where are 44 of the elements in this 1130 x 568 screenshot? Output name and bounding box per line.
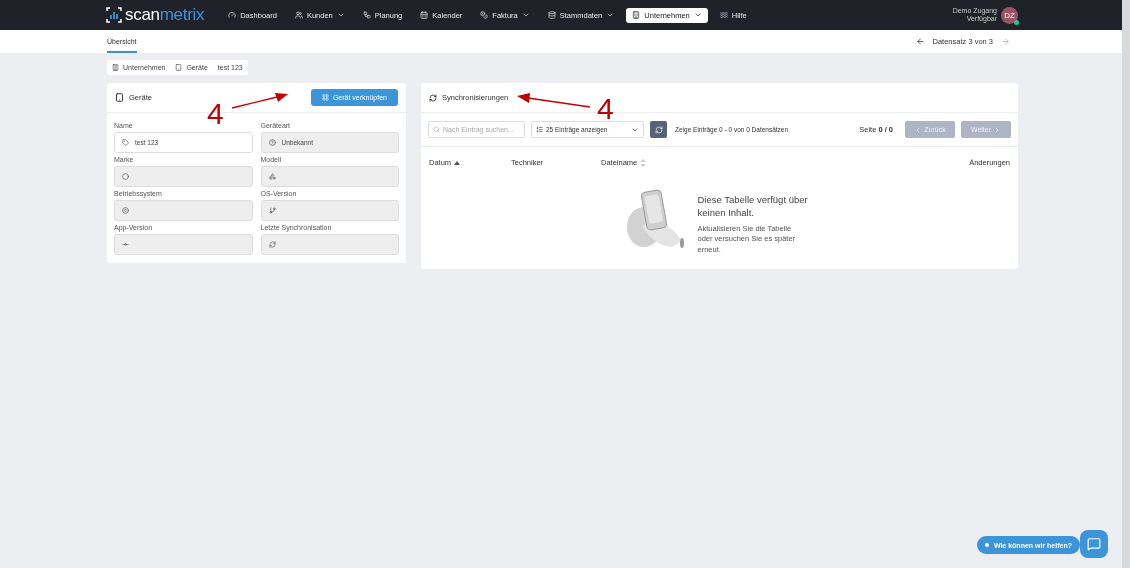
building-icon [112,64,119,71]
refresh-button[interactable] [650,121,667,138]
tag-icon [122,139,129,146]
circle-icon [122,173,129,180]
chevron-down-icon [606,11,615,19]
sort-icon [640,158,647,167]
logo-icon [106,7,122,23]
chevron-down-icon [521,11,530,19]
nav-icon [719,11,728,19]
search-icon [433,126,440,133]
shapes-icon [268,173,276,180]
nav-icon [420,11,429,19]
commit-icon [122,241,129,248]
nav-icon [294,11,303,19]
user-avatar[interactable]: DZ [1001,6,1018,24]
copyright-icon [122,207,129,214]
chat-icon [1087,537,1101,551]
chevron-down-icon [693,11,702,19]
annotation-number: 4 [597,94,614,124]
refresh-icon [429,93,437,102]
next-icon[interactable] [1001,37,1010,46]
dot-icon [984,543,989,547]
refresh-icon [268,241,276,248]
list-icon [536,126,543,133]
empty-title: Diese Tabelle verfügt über keinen Inhalt. [697,193,809,220]
logo-text: scanmetrix [125,5,205,25]
chevron-down-icon [336,11,345,19]
device-icon [115,93,124,102]
refresh-icon [654,125,663,134]
sort-ascending-icon [454,160,461,165]
nav-icon [362,11,371,19]
branch-icon [268,207,276,214]
nav-icon [228,11,237,19]
nav-icon [632,11,641,19]
annotation-arrow [231,90,289,110]
nav-icon [480,11,489,19]
annotation-number: 4 [207,99,224,129]
logo[interactable]: scanmetrix [106,5,205,25]
device-icon [175,64,183,71]
chat-button[interactable] [1080,530,1108,558]
grid-icon [321,94,329,101]
question-icon [268,139,276,146]
nav-icon [547,11,556,19]
previous-icon[interactable] [915,37,925,46]
